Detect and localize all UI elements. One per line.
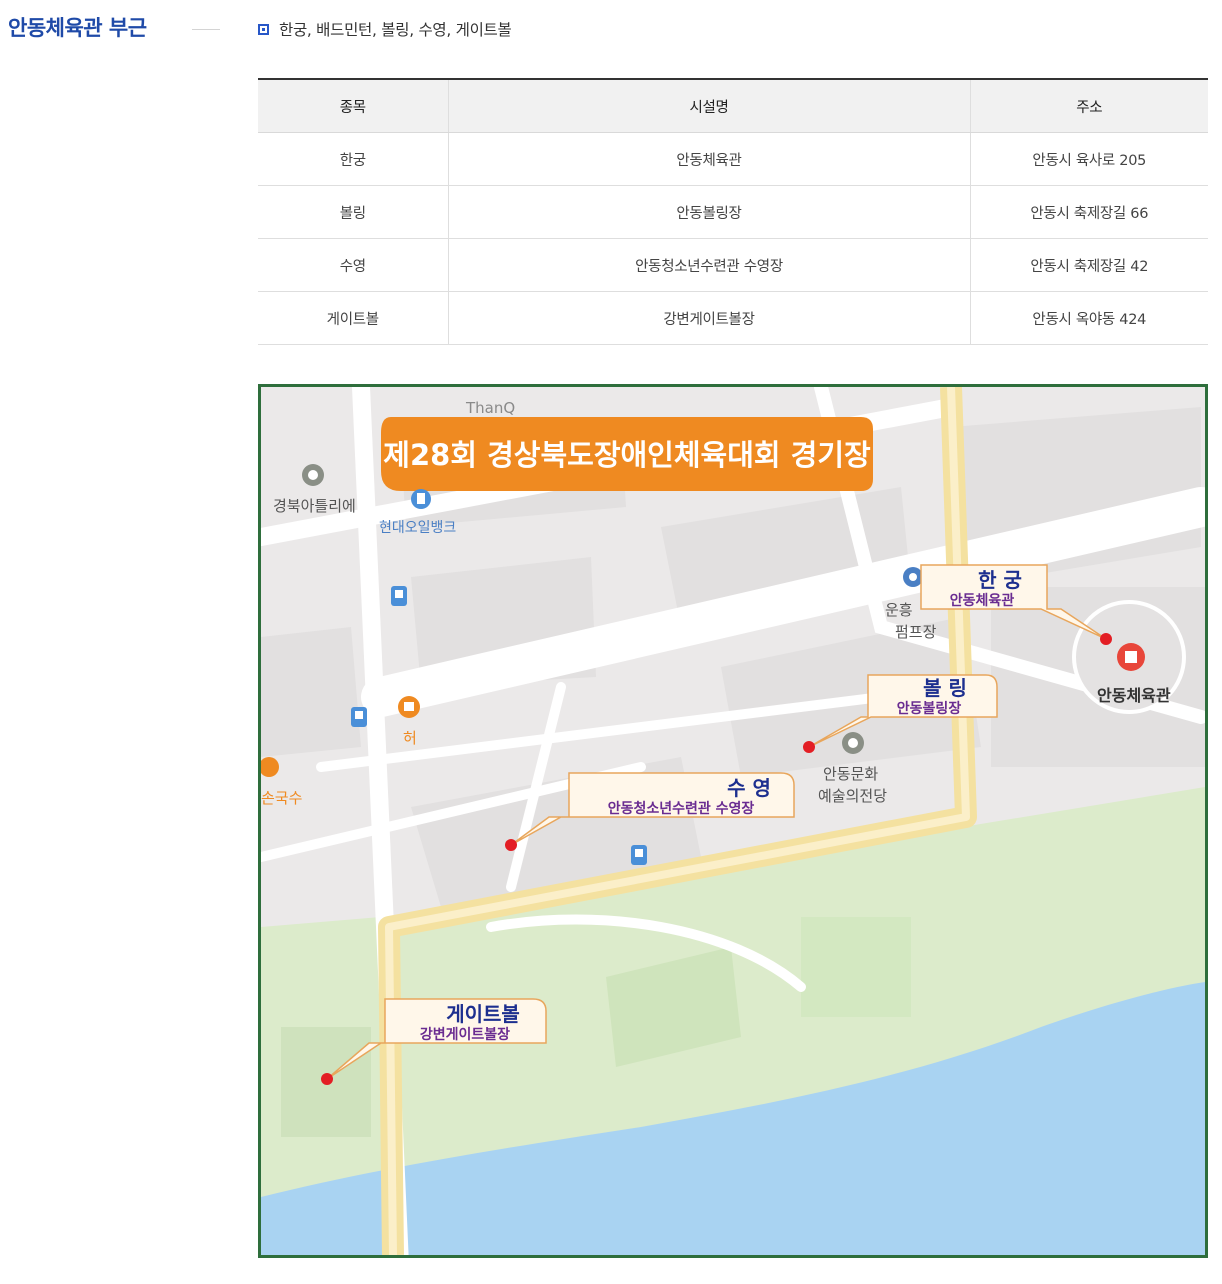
sports-list-text: 한궁, 배드민턴, 볼링, 수영, 게이트볼 [279, 21, 512, 39]
cell-address: 안동시 축제장길 66 [969, 185, 1208, 239]
callout-swimming-venue: 안동청소년수련관 수영장 [608, 800, 755, 817]
marker-bowling [803, 741, 815, 753]
column-header-sport: 종목 [258, 78, 448, 133]
table-row: 게이트볼 강변게이트볼장 안동시 옥야동 424 [258, 291, 1208, 345]
square-bullet-icon [258, 23, 269, 35]
bus-stop-icon [391, 586, 407, 606]
place-label-gyeongbuk-atelier: 경북아틀리에 [273, 497, 356, 515]
cell-facility: 강변게이트볼장 [447, 291, 970, 345]
place-label-heo: 허 [403, 729, 417, 747]
table-row: 수영 안동청소년수련관 수영장 안동시 축제장길 42 [258, 238, 1208, 292]
cell-sport: 한궁 [258, 132, 448, 186]
place-label-pump-station: 펌프장 [895, 623, 937, 641]
place-label-thanq: ThanQ [465, 399, 515, 417]
arts-center-icon [842, 732, 864, 754]
bus-stop-icon [351, 707, 367, 727]
column-header-facility: 시설명 [447, 78, 970, 133]
place-label-gym: 안동체육관 [1097, 686, 1171, 705]
callout-bowling-venue: 안동볼링장 [897, 700, 962, 717]
sports-list: 한궁, 배드민턴, 볼링, 수영, 게이트볼 [258, 17, 512, 41]
cell-facility: 안동체육관 [447, 132, 970, 186]
callout-swimming-sport: 수 영 [727, 776, 771, 800]
cell-sport: 게이트볼 [258, 291, 448, 345]
table-row: 한궁 안동체육관 안동시 육사로 205 [258, 132, 1208, 186]
cell-sport: 볼링 [258, 185, 448, 239]
section-title: 안동체육관 부근 [8, 16, 147, 40]
place-label-hyundai-oilbank: 현대오일뱅크 [379, 520, 456, 536]
venue-map: 제28회 경상북도장애인체육대회 경기장 ThanQ 경북아틀리에 현대오일뱅크… [258, 384, 1208, 1258]
callout-gateball-sport: 게이트볼 [446, 1002, 520, 1026]
place-label-unheung: 운흥 [885, 601, 913, 619]
callout-hangung-sport: 한 궁 [978, 568, 1022, 592]
title-divider [192, 29, 220, 30]
place-label-arts-center: 안동문화 [823, 765, 878, 783]
gas-station-icon [411, 489, 431, 509]
field-2 [801, 917, 911, 1017]
cell-address: 안동시 육사로 205 [969, 132, 1208, 186]
pump-station-icon [903, 567, 923, 587]
marker-hangung [1100, 633, 1112, 645]
cell-sport: 수영 [258, 238, 448, 292]
place-label-songuksu: 손국수 [261, 789, 302, 807]
callout-hangung-venue: 안동체육관 [950, 592, 1015, 609]
bus-stop-icon [631, 845, 647, 865]
marker-swimming [505, 839, 517, 851]
callout-bowling-sport: 볼 링 [923, 676, 967, 700]
cell-address: 안동시 축제장길 42 [969, 238, 1208, 292]
cell-facility: 안동볼링장 [447, 185, 970, 239]
gym-icon [1117, 643, 1145, 671]
cell-address: 안동시 옥야동 424 [969, 291, 1208, 345]
marker-gateball [321, 1073, 333, 1085]
place-label-arts-center-2: 예술의전당 [818, 787, 887, 805]
table-header-row: 종목 시설명 주소 [258, 78, 1208, 133]
venue-map-svg: 제28회 경상북도장애인체육대회 경기장 ThanQ 경북아틀리에 현대오일뱅크… [261, 387, 1205, 1255]
cell-facility: 안동청소년수련관 수영장 [447, 238, 970, 292]
facility-table: 종목 시설명 주소 한궁 안동체육관 안동시 육사로 205 볼링 안동볼링장 … [258, 78, 1208, 345]
map-banner-text: 제28회 경상북도장애인체육대회 경기장 [383, 438, 871, 472]
cafe-icon [398, 696, 420, 718]
table-row: 볼링 안동볼링장 안동시 축제장길 66 [258, 185, 1208, 239]
landmark-icon [302, 464, 324, 486]
column-header-address: 주소 [969, 78, 1208, 133]
callout-gateball-venue: 강변게이트볼장 [420, 1026, 510, 1043]
